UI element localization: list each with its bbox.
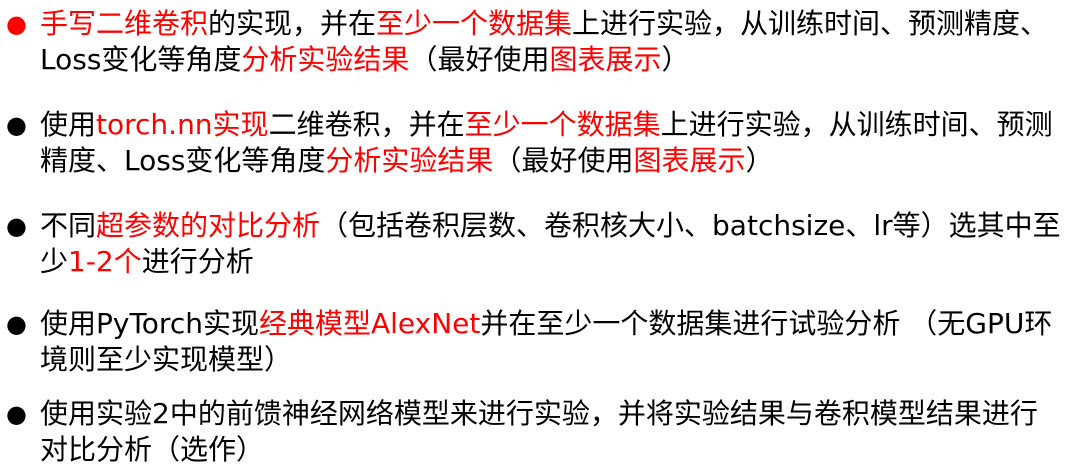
text-segment: 1-2个 — [68, 245, 142, 278]
list-item-text: 使用torch.nn实现二维卷积，并在至少一个数据集上进行实验，从训练时间、预测… — [40, 107, 1064, 179]
text-segment: 使用 — [40, 108, 97, 141]
bullet-icon: ● — [6, 400, 27, 428]
text-segment: 不同 — [40, 209, 97, 242]
bullet-icon: ● — [6, 310, 27, 338]
text-segment: torch.nn实现 — [96, 108, 269, 141]
text-segment: （最好使用 — [409, 43, 550, 76]
text-segment: （最好使用 — [493, 144, 634, 177]
list-item: ● 使用PyTorch实现经典模型AlexNet并在至少一个数据集进行试验分析 … — [6, 306, 1064, 378]
text-segment: 进行分析 — [141, 245, 254, 278]
text-segment: 超参数的对比分析 — [96, 209, 321, 242]
text-segment: 至少一个数据集 — [376, 7, 573, 40]
text-segment: 二维卷积，并在 — [268, 108, 465, 141]
list-item: ● 使用torch.nn实现二维卷积，并在至少一个数据集上进行实验，从训练时间、… — [6, 107, 1064, 179]
bullet-icon: ● — [6, 111, 27, 139]
text-segment: 图表展示 — [633, 144, 746, 177]
slide: ● 手写二维卷积的实现，并在至少一个数据集上进行实验，从训练时间、预测精度、Lo… — [0, 0, 1070, 473]
text-segment: 经典模型AlexNet — [258, 307, 481, 340]
text-segment: 手写二维卷积 — [40, 7, 209, 40]
text-segment: 使用PyTorch实现 — [40, 307, 259, 340]
bullet-icon: ● — [6, 10, 27, 38]
text-segment: 分析实验结果 — [325, 144, 494, 177]
text-segment: 使用实验2中的前馈神经网络模型来进行实验，并将实验结果与卷积模型结果进行对比分析… — [40, 397, 1038, 466]
list-item: ● 不同超参数的对比分析（包括卷积层数、卷积核大小、batchsize、lr等）… — [6, 208, 1064, 280]
list-item: ● 使用实验2中的前馈神经网络模型来进行实验，并将实验结果与卷积模型结果进行对比… — [6, 396, 1064, 468]
text-segment: ） — [745, 144, 774, 177]
text-segment: ） — [661, 43, 690, 76]
list-item-text: 手写二维卷积的实现，并在至少一个数据集上进行实验，从训练时间、预测精度、Loss… — [40, 6, 1064, 78]
text-segment: 分析实验结果 — [241, 43, 410, 76]
list-item: ● 手写二维卷积的实现，并在至少一个数据集上进行实验，从训练时间、预测精度、Lo… — [6, 6, 1064, 78]
text-segment: 图表展示 — [549, 43, 662, 76]
list-item-text: 不同超参数的对比分析（包括卷积层数、卷积核大小、batchsize、lr等）选其… — [40, 208, 1064, 280]
list-item-text: 使用PyTorch实现经典模型AlexNet并在至少一个数据集进行试验分析 （无… — [40, 306, 1064, 378]
text-segment: 的实现，并在 — [208, 7, 377, 40]
bullet-icon: ● — [6, 212, 27, 240]
list-item-text: 使用实验2中的前馈神经网络模型来进行实验，并将实验结果与卷积模型结果进行对比分析… — [40, 396, 1064, 468]
text-segment: 至少一个数据集 — [464, 108, 661, 141]
